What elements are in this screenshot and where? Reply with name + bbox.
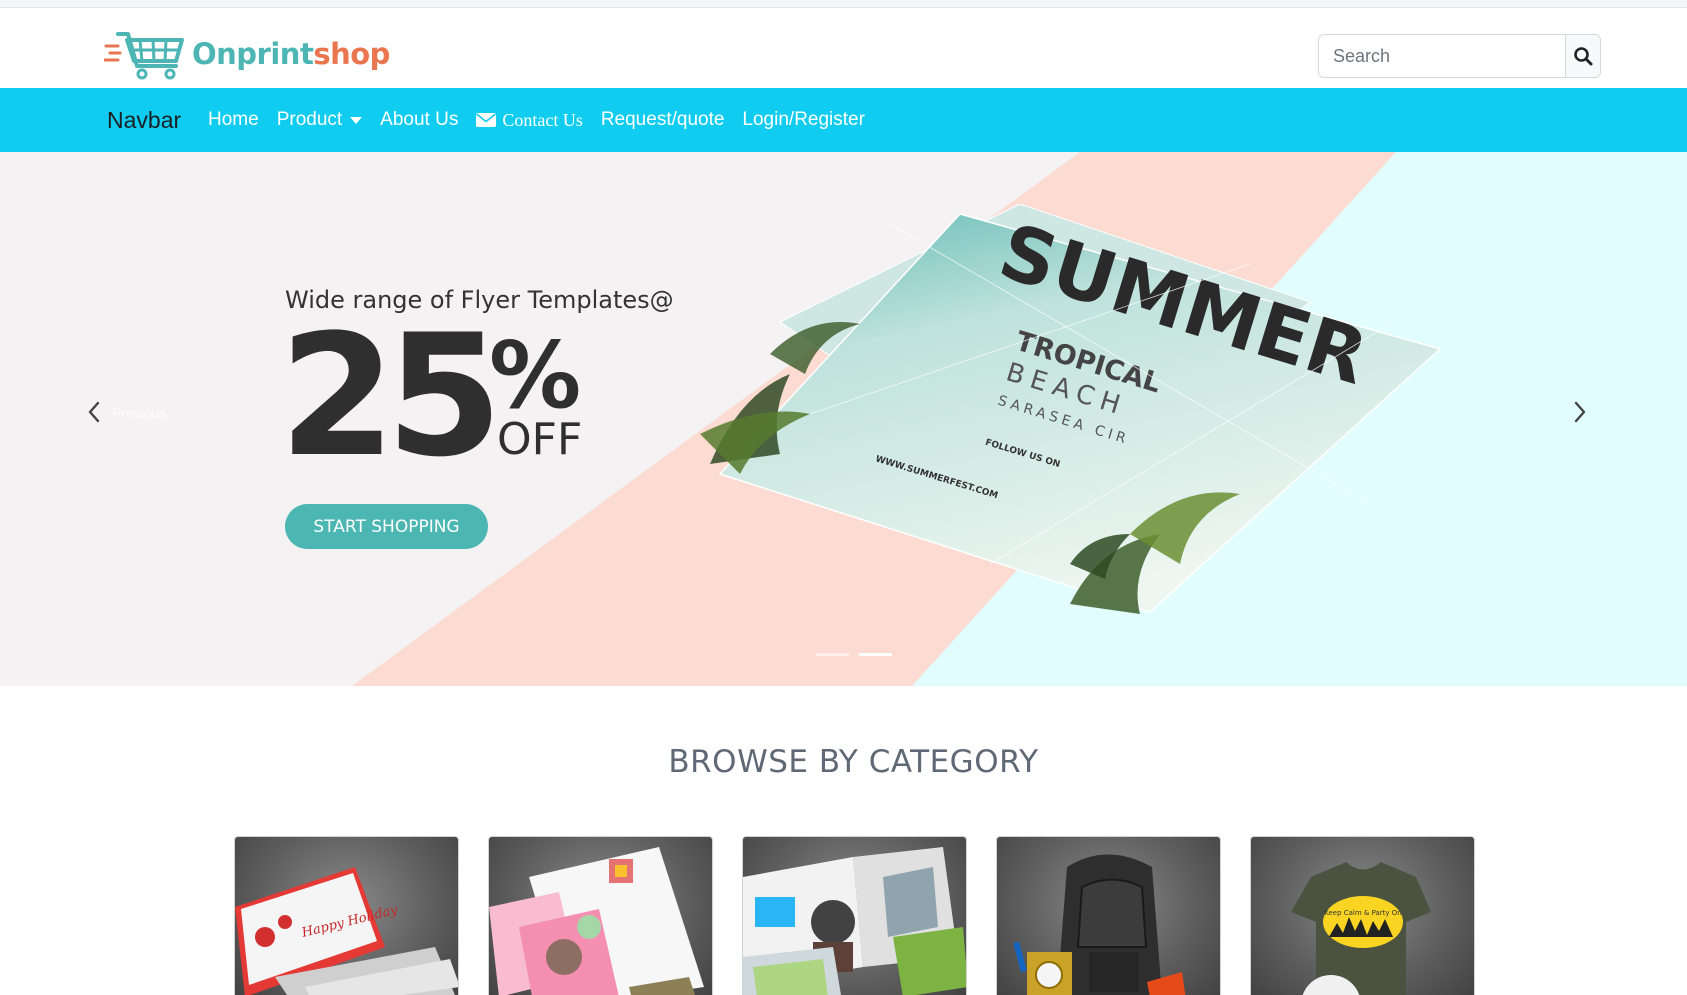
logo-text: Onprintshop [192,37,390,71]
category-card-promotional-products[interactable] [996,836,1221,995]
category-card-brochures[interactable] [742,836,967,995]
nav-item-login-register[interactable]: Login/Register [742,109,865,131]
carousel-indicators [816,653,892,656]
caret-down-icon [350,116,363,124]
nav-item-product-dropdown[interactable]: Product [276,109,363,131]
nav-item-label: Home [208,109,259,130]
nav-item-label: Login/Register [742,109,865,130]
nav-item-label: Contact Us [502,109,583,130]
tshirt-print-text: Keep Calm & Party On [1324,909,1402,917]
search-button[interactable] [1565,35,1600,77]
main-navbar: Navbar Home Product About Us Contact Us … [0,88,1687,152]
logo-text-part2: shop [313,37,390,71]
promotional-products-image [1013,854,1186,995]
carousel-indicator-active[interactable] [859,653,892,656]
category-card-apparel[interactable]: Keep Calm & Party On [1250,836,1475,995]
carousel-next-button[interactable] [1560,392,1600,432]
browser-top-border [0,0,1687,8]
business-cards-image: Happy Holiday [235,867,458,995]
navbar-brand[interactable]: Navbar [107,107,181,134]
nav-item-contact-us[interactable]: Contact Us [476,110,583,131]
stationery-image [489,847,704,995]
shopping-cart-icon [104,32,184,80]
envelope-icon [476,112,497,128]
chevron-left-icon [88,401,100,423]
category-cards: Happy Holiday Keep Calm & Party On [234,836,1475,995]
site-header: Onprintshop [0,8,1687,88]
nav-item-about-us[interactable]: About Us [380,109,458,131]
hero-promo: Wide range of Flyer Templates@ 25 % OFF … [279,286,674,549]
nav-menu: Home Product About Us Contact Us Request… [208,88,883,152]
logo-text-part1: Onprint [192,37,314,71]
tshirt-image: Keep Calm & Party On [1291,862,1431,995]
hero-discount-percent: % [489,322,582,429]
nav-item-request-quote[interactable]: Request/quote [601,109,725,131]
search-bar [1318,34,1601,78]
nav-item-home[interactable]: Home [208,109,259,131]
nav-item-label: Product [276,109,343,130]
carousel-prev-label: Previous [112,405,167,421]
chevron-right-icon [1574,401,1586,423]
nav-item-label: About Us [380,109,459,130]
hero-discount-number: 25 [279,298,503,494]
category-card-business-cards[interactable]: Happy Holiday [234,836,459,995]
search-icon [1574,47,1593,66]
hero-carousel: SUMMER TROPICAL BEACH SARASEA CIR FOLLOW… [0,152,1687,686]
carousel-prev-button[interactable] [74,392,114,432]
nav-item-label: Request/quote [600,109,725,130]
start-shopping-button[interactable]: START SHOPPING [285,504,488,549]
category-card-stationery[interactable] [488,836,713,995]
carousel-indicator[interactable] [816,653,849,656]
brochures-image [743,847,966,995]
site-logo[interactable]: Onprintshop [104,26,390,82]
browse-category-heading: BROWSE BY CATEGORY [668,744,1039,780]
hero-discount-off: OFF [497,414,583,465]
search-input[interactable] [1319,35,1565,77]
flyer-mockup-image: SUMMER TROPICAL BEACH SARASEA CIR FOLLOW… [700,204,1442,614]
